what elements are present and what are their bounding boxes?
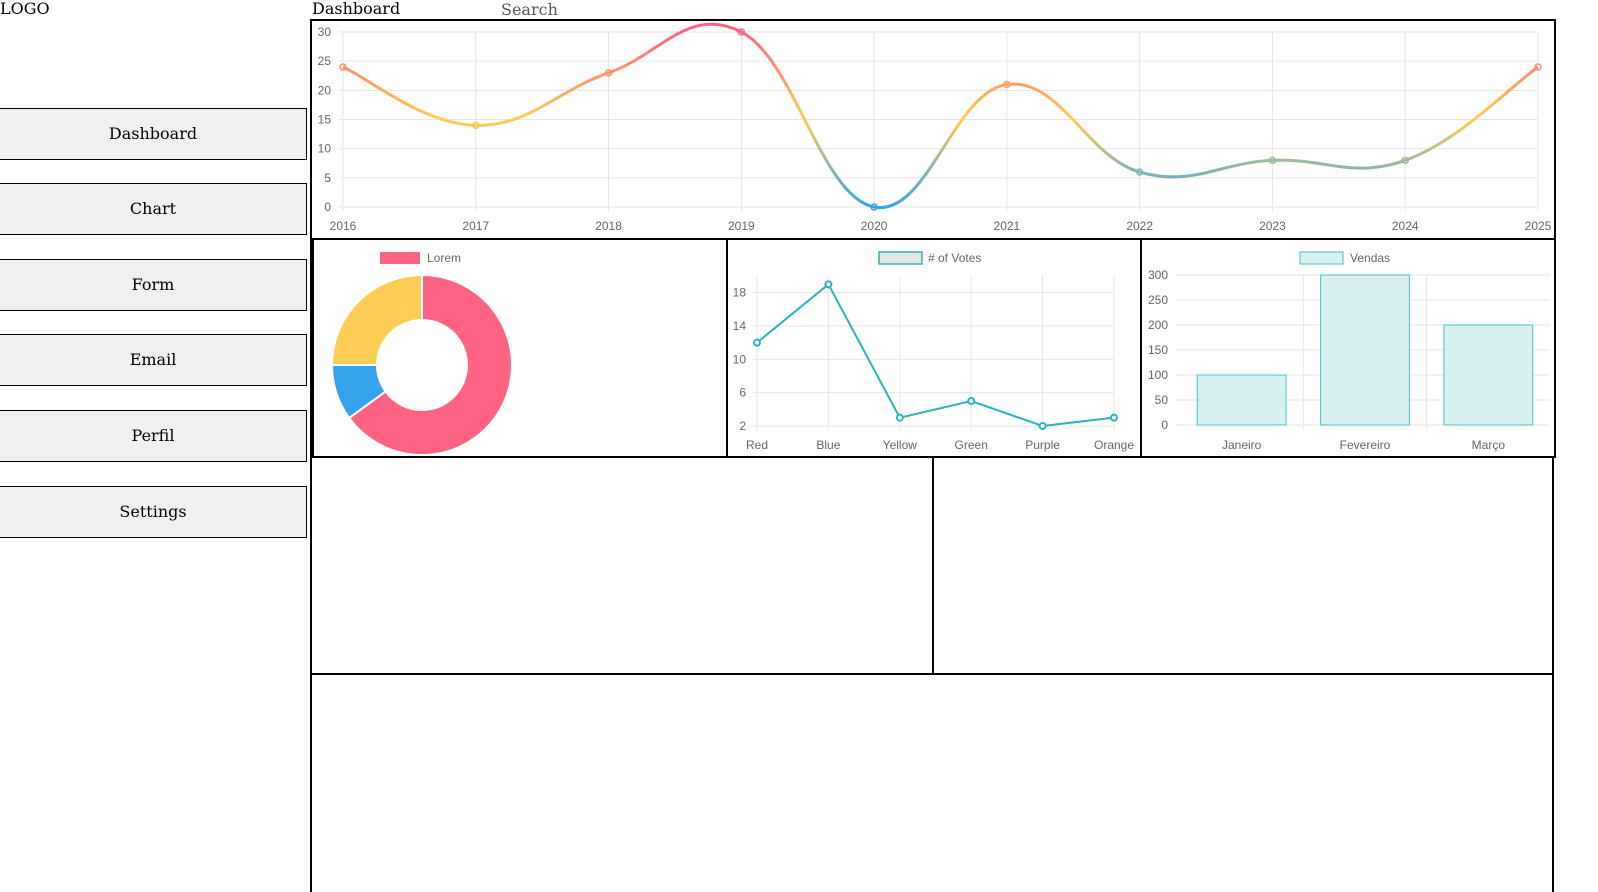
- x-tick-label: 2020: [861, 219, 888, 233]
- y-tick-label: 14: [733, 319, 747, 333]
- data-point: [1110, 413, 1118, 422]
- y-tick-label: 5: [324, 171, 331, 185]
- y-tick-label: 20: [318, 83, 332, 97]
- x-tick-label: Blue: [816, 438, 840, 452]
- series-line: [342, 22, 1539, 209]
- legend-swatch: [1299, 251, 1344, 265]
- doughnut-slice: [330, 273, 423, 366]
- sidebar-item-dashboard[interactable]: Dashboard: [0, 108, 307, 160]
- x-tick-label: Fevereiro: [1340, 438, 1391, 452]
- y-tick-label: 15: [318, 113, 332, 127]
- sidebar-item-settings[interactable]: Settings: [0, 486, 307, 538]
- sidebar-item-email[interactable]: Email: [0, 334, 307, 386]
- x-tick-label: Purple: [1025, 438, 1060, 452]
- legend-label: # of Votes: [928, 251, 981, 265]
- x-tick-label: Janeiro: [1222, 438, 1262, 452]
- x-tick-label: Red: [746, 438, 768, 452]
- y-tick-label: 18: [733, 286, 747, 300]
- data-point: [1038, 422, 1047, 430]
- series-line: [756, 282, 1115, 428]
- empty-panel-left: [310, 456, 934, 675]
- x-tick-label: Março: [1472, 438, 1506, 452]
- y-tick-label: 10: [733, 352, 747, 366]
- bar: [1320, 274, 1410, 426]
- y-tick-label: 250: [1148, 293, 1168, 307]
- x-tick-label: 2018: [595, 219, 622, 233]
- y-tick-label: 0: [1161, 418, 1168, 432]
- legend-label: Vendas: [1350, 251, 1390, 265]
- doughnut-chart: Lorem: [330, 251, 513, 456]
- legend-label: Lorem: [427, 251, 461, 265]
- x-tick-label: 2019: [728, 219, 755, 233]
- chart-panel-votes: # of Votes 2 6 10 14 18 Red Blue Yellow Green Purp…: [726, 238, 1142, 458]
- sidebar: LOGO Dashboard Chart Form Email Perfil S…: [0, 0, 310, 892]
- chart-panel-sales: Vendas 0 50 100 150 200 250 300 Janeiro Fevereiro…: [1140, 238, 1556, 458]
- x-tick-label: Yellow: [883, 438, 918, 452]
- x-tick-label: 2022: [1126, 219, 1153, 233]
- sidebar-item-form[interactable]: Form: [0, 259, 307, 311]
- bar: [1196, 374, 1287, 426]
- sidebar-item-chart[interactable]: Chart: [0, 183, 307, 235]
- bar: [1443, 324, 1534, 426]
- votes-line-chart: # of Votes 2 6 10 14 18 Red Blue Yellow Green Purp…: [733, 251, 1135, 452]
- y-tick-label: 150: [1148, 343, 1168, 357]
- empty-panel-right: [932, 456, 1554, 675]
- y-tick-label: 200: [1148, 318, 1168, 332]
- y-tick-label: 2: [739, 419, 746, 433]
- logo: LOGO: [0, 0, 50, 18]
- y-tick-label: 10: [318, 142, 332, 156]
- data-point: [824, 280, 833, 289]
- x-tick-label: 2023: [1259, 219, 1286, 233]
- yearly-line-chart: 0510152025302016 2017 2018 2019 2020 2021 2022…: [318, 22, 1552, 233]
- y-tick-label: 0: [324, 200, 331, 214]
- sidebar-item-perfil[interactable]: Perfil: [0, 410, 307, 462]
- bottom-divider: [310, 673, 1554, 674]
- right-border: [1552, 673, 1554, 892]
- x-tick-label: 2016: [330, 219, 357, 233]
- y-tick-label: 25: [318, 54, 332, 68]
- x-tick-label: 2024: [1392, 219, 1419, 233]
- y-tick-label: 300: [1148, 268, 1168, 282]
- x-tick-label: 2017: [462, 219, 489, 233]
- x-tick-label: Green: [955, 438, 988, 452]
- y-tick-label: 30: [318, 25, 332, 39]
- page-title: Dashboard: [312, 0, 401, 18]
- x-tick-label: Orange: [1094, 438, 1134, 452]
- y-tick-label: 100: [1148, 368, 1168, 382]
- chart-panel-top: 0 5 10 15 20 25 30 2016 2017 2018 2019 2020 2021 2022…: [310, 19, 1556, 240]
- data-point: [753, 338, 761, 347]
- y-tick-label: 6: [739, 386, 746, 400]
- sales-bar-chart: Vendas 0 50 100 150 200 250 300 Janeiro Fevereiro…: [1148, 251, 1550, 452]
- x-tick-label: 2025: [1525, 219, 1552, 233]
- chart-panel-doughnut: Lorem: [312, 238, 728, 458]
- y-tick-label: 50: [1155, 393, 1169, 407]
- data-point: [895, 413, 904, 422]
- search-input[interactable]: [501, 0, 701, 18]
- legend-swatch: [878, 251, 923, 265]
- x-tick-label: 2021: [994, 219, 1021, 233]
- data-point: [967, 397, 976, 405]
- legend-swatch: [380, 252, 420, 264]
